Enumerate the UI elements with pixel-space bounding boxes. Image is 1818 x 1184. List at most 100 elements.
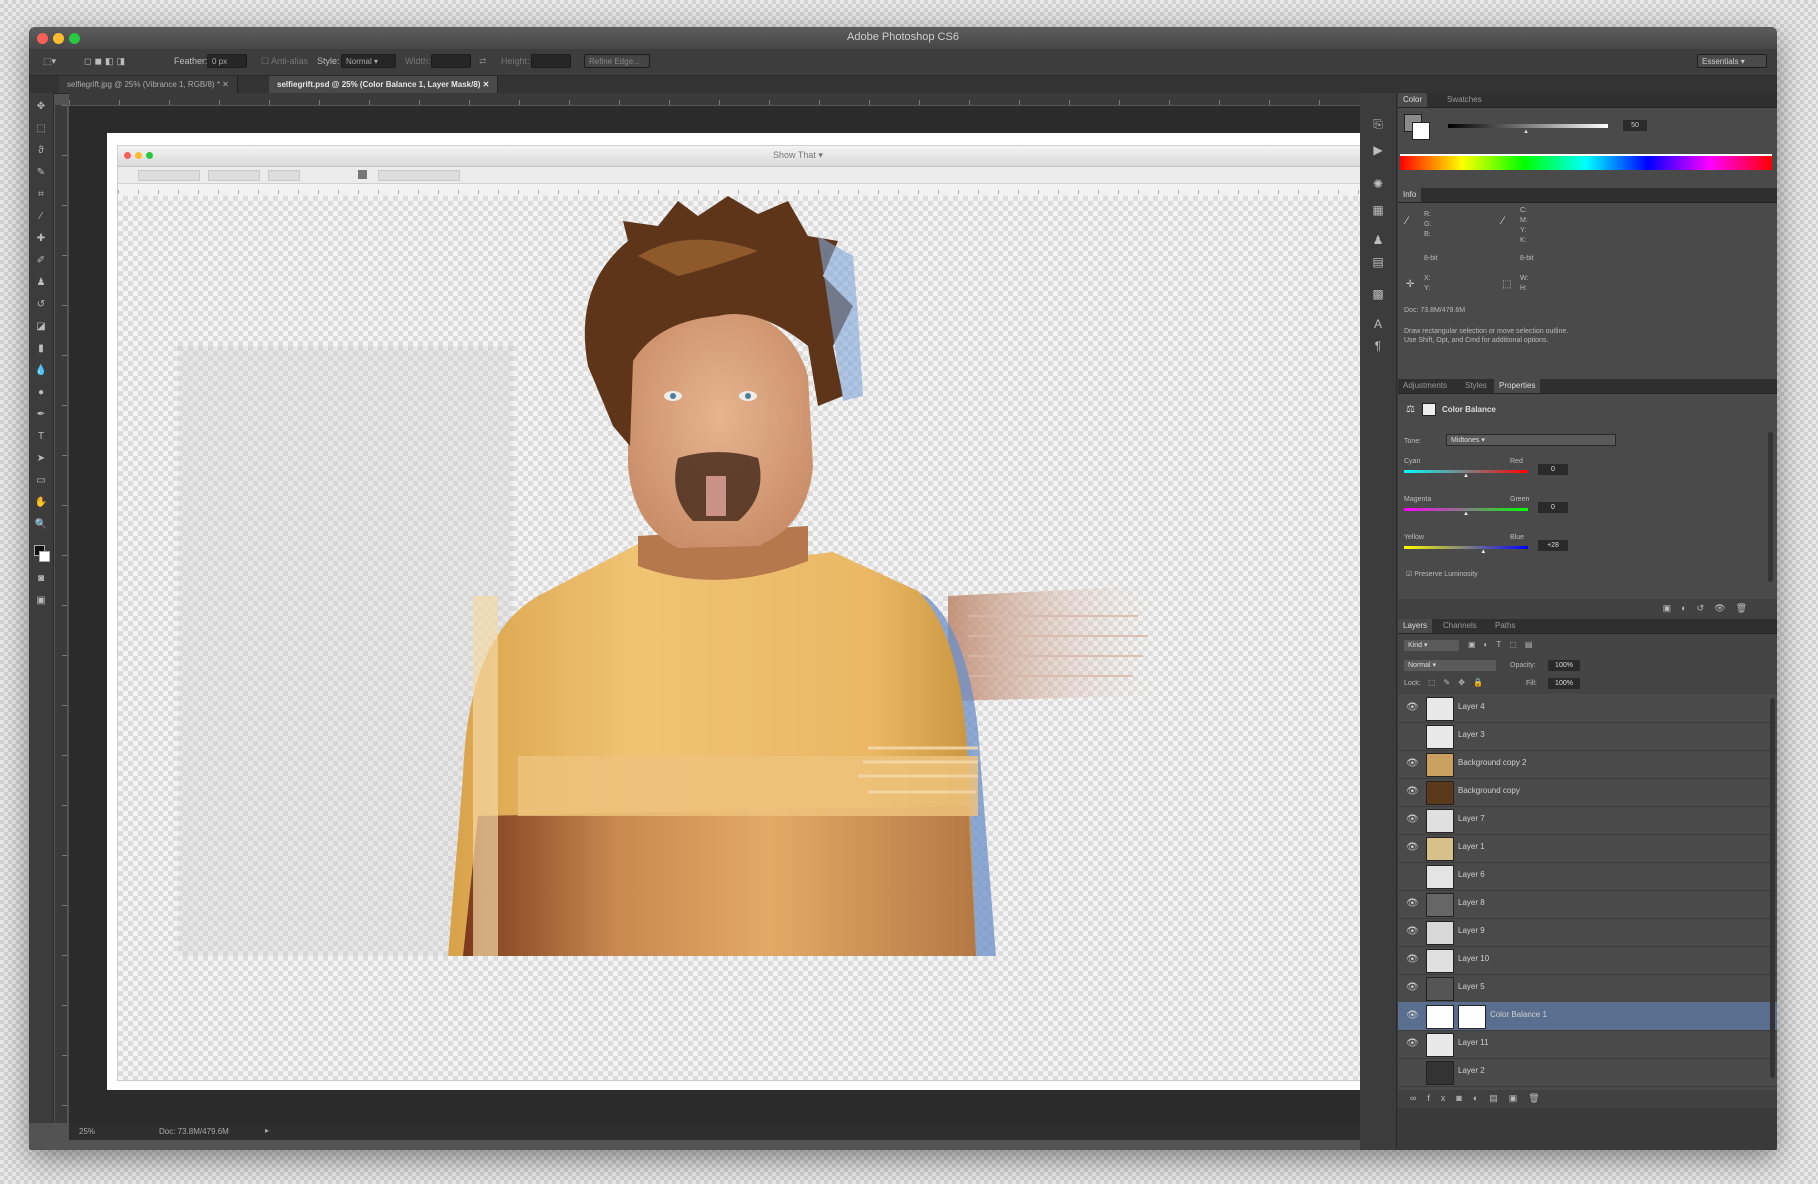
crop-tool-icon[interactable]: ⌗ [34, 189, 48, 201]
layer-visibility-eye-icon[interactable]: 👁 [1406, 702, 1419, 713]
color-swatches-icon[interactable] [34, 545, 50, 563]
marquee-tool-preset-icon[interactable]: ⬚▾ [43, 56, 56, 67]
doc-size[interactable]: Doc: 73.8M/479.6M [159, 1127, 229, 1136]
hand-tool-icon[interactable]: ✋ [34, 497, 48, 509]
tab-styles[interactable]: Styles [1460, 379, 1492, 393]
gray-slider-thumb-icon[interactable]: ▲ [1523, 129, 1529, 135]
gradient-tool-icon[interactable]: ▮ [34, 343, 48, 355]
tab-adjustments[interactable]: Adjustments [1398, 379, 1452, 393]
notes-panel-icon[interactable]: ▩ [1370, 287, 1386, 301]
color-balance-slider-track[interactable] [1404, 546, 1528, 549]
screen-mode-icon[interactable]: ▣ [34, 595, 48, 607]
fill-input[interactable]: 100% [1548, 678, 1580, 689]
layer-row[interactable]: 👁 Layer 9 [1398, 918, 1777, 947]
brush-tool-icon[interactable]: ✐ [34, 255, 48, 267]
layers-scrollbar[interactable] [1770, 698, 1775, 1078]
layer-visibility-eye-icon[interactable]: 👁 [1406, 982, 1419, 993]
blend-mode-select[interactable]: Normal ▾ [1404, 660, 1496, 671]
slider-thumb-icon[interactable]: ▲ [1480, 549, 1486, 555]
layer-row[interactable]: 👁 Layer 7 [1398, 806, 1777, 835]
paragraph-panel-icon[interactable]: ¶ [1370, 339, 1386, 353]
clone-stamp-icon[interactable]: ♟ [34, 277, 48, 289]
layer-visibility-eye-icon[interactable]: 👁 [1406, 926, 1419, 937]
pen-tool-icon[interactable]: ✒ [34, 409, 48, 421]
layer-row[interactable]: 👁 Layer 4 [1398, 694, 1777, 723]
layer-mask-icon[interactable] [1422, 403, 1436, 416]
tab-layers[interactable]: Layers [1398, 619, 1433, 633]
layer-row[interactable]: 👁 Layer 11 [1398, 1030, 1777, 1059]
move-tool-icon[interactable]: ✥ [34, 101, 48, 113]
layers-footer-icons[interactable]: ∞fx◙◐▤▣🗑 [1410, 1093, 1551, 1104]
layer-row[interactable]: 👁 Background copy 2 [1398, 750, 1777, 779]
swap-icon[interactable]: ⇄ [479, 56, 487, 67]
slider-value-input[interactable]: 0 [1538, 502, 1568, 513]
type-tool-icon[interactable]: T [34, 431, 48, 443]
layer-visibility-eye-icon[interactable]: 👁 [1406, 898, 1419, 909]
lasso-tool-icon[interactable]: ϑ [34, 145, 48, 157]
tab-properties[interactable]: Properties [1494, 379, 1541, 393]
canvas-area[interactable]: Show That ▾ [69, 106, 1561, 1124]
filter-kind-select[interactable]: Kind ▾ [1404, 640, 1459, 651]
tab-paths[interactable]: Paths [1490, 619, 1520, 633]
lock-icons[interactable]: ⬚✎✥🔒 [1428, 678, 1491, 687]
layer-row[interactable]: 👁 Layer 8 [1398, 890, 1777, 919]
preserve-luminosity-checkbox[interactable]: ☑ Preserve Luminosity [1406, 570, 1478, 578]
tab-document-2[interactable]: selfiegrift.psd @ 25% (Color Balance 1, … [269, 76, 499, 93]
slider-thumb-icon[interactable]: ▲ [1463, 511, 1469, 517]
tab-swatches[interactable]: Swatches [1442, 93, 1487, 107]
tab-color[interactable]: Color [1398, 93, 1428, 107]
selection-mode-icons[interactable]: ◻◼◧◨ [84, 56, 128, 67]
layer-filter-icons[interactable]: ▣◐T⬚▤ [1468, 640, 1540, 649]
properties-footer-icons[interactable]: ▣◐↺👁🗑 [1663, 603, 1757, 614]
tone-select[interactable]: Midtones ▾ [1446, 434, 1616, 446]
layer-row[interactable]: 👁 Layer 10 [1398, 946, 1777, 975]
gray-slider-track[interactable] [1448, 124, 1608, 128]
path-selection-icon[interactable]: ➤ [34, 453, 48, 465]
background-color-swatch[interactable] [1412, 122, 1430, 140]
layer-row[interactable]: 👁 Background copy [1398, 778, 1777, 807]
history-panel-icon[interactable]: ⎘ [1370, 117, 1386, 131]
style-select[interactable]: Normal ▾ [341, 54, 396, 68]
document-canvas[interactable]: Show That ▾ [107, 133, 1487, 1090]
layer-visibility-eye-icon[interactable]: 👁 [1406, 1038, 1419, 1049]
layer-visibility-eye-icon[interactable]: 👁 [1406, 786, 1419, 797]
layer-visibility-eye-icon[interactable]: 👁 [1406, 814, 1419, 825]
history-brush-icon[interactable]: ↺ [34, 299, 48, 311]
properties-scrollbar[interactable] [1768, 432, 1773, 582]
dodge-tool-icon[interactable]: ● [34, 387, 48, 399]
layer-row[interactable]: 👁 Layer 1 [1398, 834, 1777, 863]
layer-visibility-eye-icon[interactable]: 👁 [1406, 1010, 1419, 1021]
brush-presets-icon[interactable]: ▦ [1370, 203, 1386, 217]
shape-tool-icon[interactable]: ▭ [34, 475, 48, 487]
tab-document-1[interactable]: selfiegrift.jpg @ 25% (Vibrance 1, RGB/8… [59, 76, 238, 93]
zoom-level[interactable]: 25% [79, 1127, 95, 1136]
tool-presets-icon[interactable]: ▤ [1370, 255, 1386, 269]
tab-info[interactable]: Info [1398, 188, 1422, 202]
brushes-panel-icon[interactable]: ✺ [1370, 177, 1386, 191]
layer-visibility-eye-icon[interactable]: 👁 [1406, 758, 1419, 769]
feather-input[interactable]: 0 px [207, 54, 247, 68]
healing-brush-icon[interactable]: ✚ [34, 233, 48, 245]
tab-channels[interactable]: Channels [1438, 619, 1482, 633]
workspace-select[interactable]: Essentials ▾ [1697, 54, 1767, 68]
height-input[interactable] [531, 54, 571, 68]
gray-value-input[interactable]: 50 [1623, 120, 1647, 131]
layer-row[interactable]: 👁 Layer 5 [1398, 974, 1777, 1003]
width-input[interactable] [431, 54, 471, 68]
layer-mask-thumbnail[interactable] [1458, 1005, 1486, 1029]
refine-edge-button[interactable]: Refine Edge... [584, 54, 650, 68]
eraser-tool-icon[interactable]: ◪ [34, 321, 48, 333]
slider-value-input[interactable]: +28 [1538, 540, 1568, 551]
color-spectrum-ramp[interactable] [1400, 154, 1772, 170]
zoom-tool-icon[interactable]: 🔍 [34, 519, 48, 531]
rectangular-marquee-icon[interactable]: ⬚ [34, 123, 48, 135]
blur-tool-icon[interactable]: 💧 [34, 365, 48, 377]
quick-selection-icon[interactable]: ✎ [34, 167, 48, 179]
layer-row[interactable]: Layer 3 [1398, 722, 1777, 751]
opacity-input[interactable]: 100% [1548, 660, 1580, 671]
clone-source-icon[interactable]: ♟ [1370, 233, 1386, 247]
character-panel-icon[interactable]: A [1370, 317, 1386, 331]
layer-visibility-eye-icon[interactable]: 👁 [1406, 954, 1419, 965]
actions-panel-icon[interactable]: ▶ [1370, 143, 1386, 157]
layer-row[interactable]: Layer 6 [1398, 862, 1777, 891]
